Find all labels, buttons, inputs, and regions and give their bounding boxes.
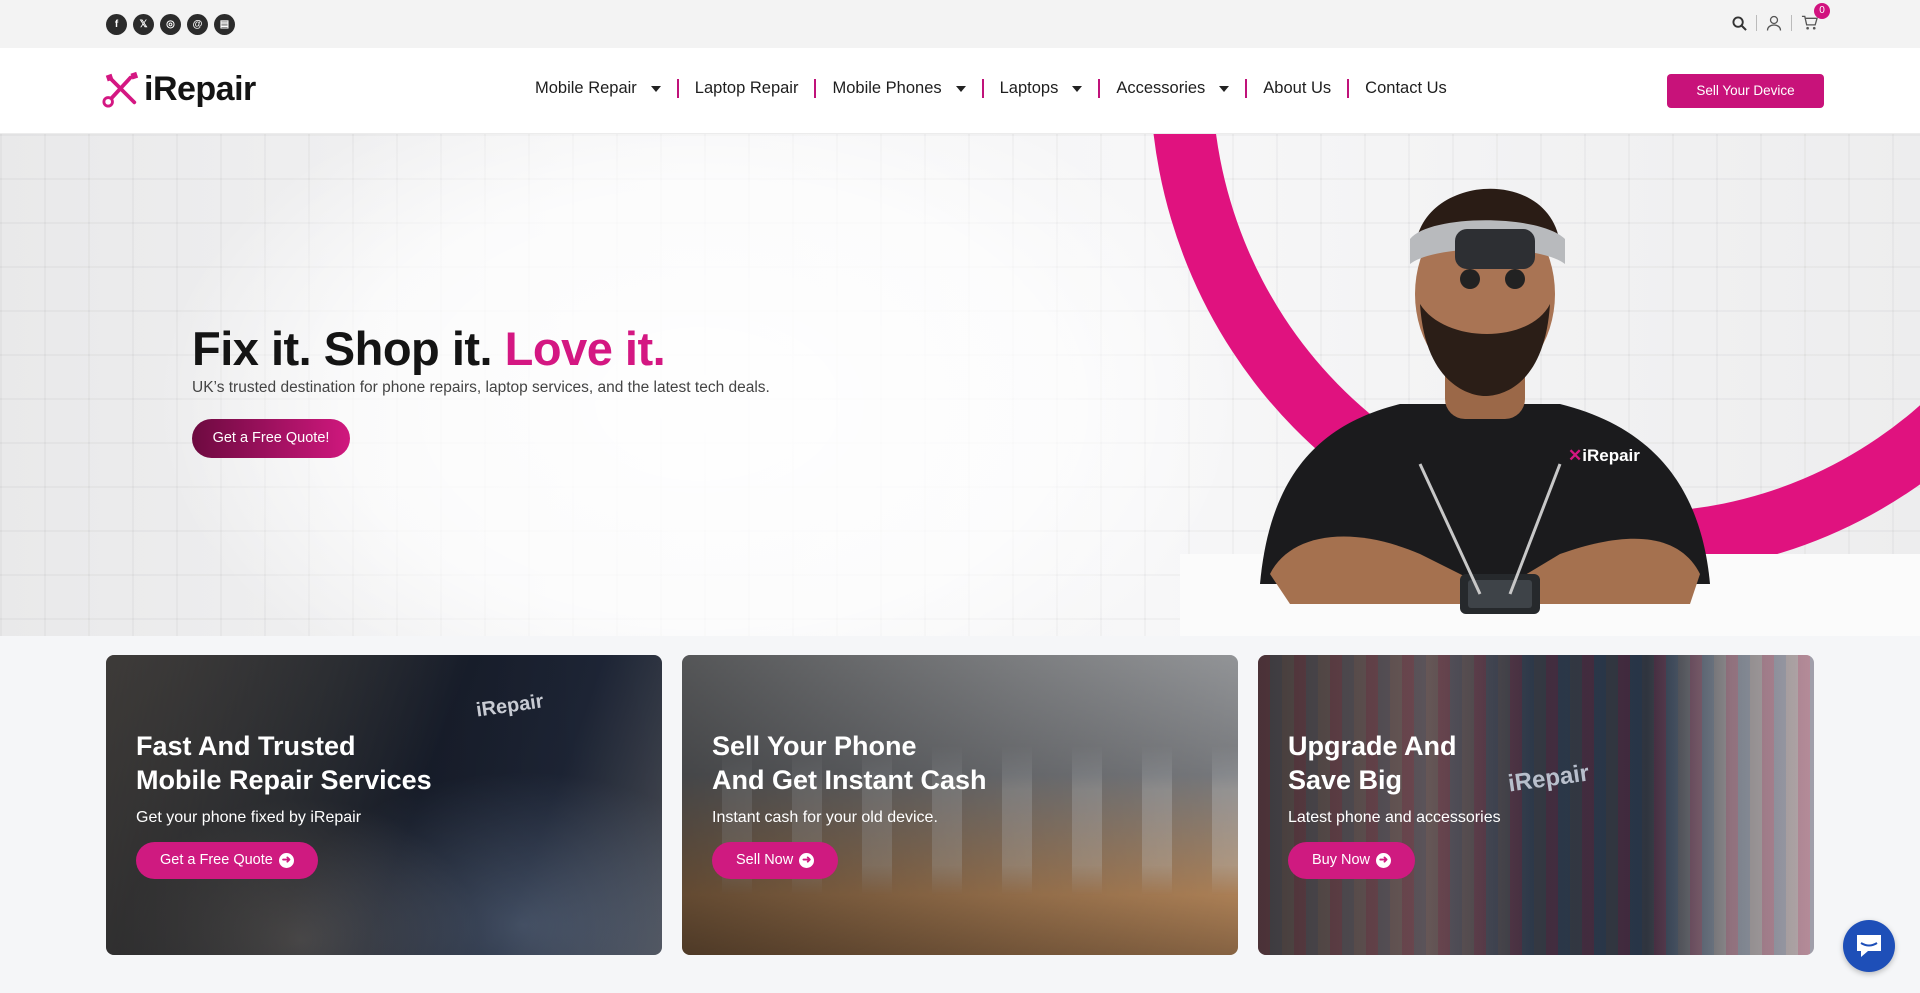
sell-your-device-button[interactable]: Sell Your Device — [1667, 74, 1824, 108]
site-logo[interactable]: iRepair — [102, 69, 256, 109]
nav-mobile-phones[interactable]: Mobile Phones — [816, 79, 981, 98]
nav-label: Laptops — [999, 79, 1059, 97]
chevron-down-icon — [955, 85, 966, 92]
threads-icon[interactable]: @ — [187, 14, 208, 35]
get-free-quote-button[interactable]: Get a Free Quote! — [192, 419, 350, 458]
logo-text: iRepair — [144, 69, 256, 108]
card-quote-button[interactable]: Get a Free Quote ➜ — [136, 842, 318, 879]
nav-accessories[interactable]: Accessories — [1100, 79, 1245, 98]
utility-icons: 0 — [1728, 3, 1830, 34]
cart-icon[interactable]: 0 — [1798, 3, 1830, 34]
social-links: f 𝕏 ◎ @ ▤ — [106, 14, 235, 35]
nav-label: About Us — [1263, 79, 1332, 97]
sell-phone-card[interactable]: Sell Your Phone And Get Instant Cash Inst… — [682, 655, 1238, 955]
nav-laptops[interactable]: Laptops — [984, 79, 1099, 98]
nav-contact-us[interactable]: Contact Us — [1349, 79, 1463, 98]
search-icon[interactable] — [1728, 12, 1750, 34]
button-label: Buy Now — [1312, 852, 1371, 868]
facebook-icon[interactable]: f — [106, 14, 127, 35]
card-title-line1: Fast And Trusted — [136, 731, 356, 761]
card-title-line2: And Get Instant Cash — [712, 765, 987, 795]
blog-icon[interactable]: ▤ — [214, 14, 235, 35]
card-text: Get your phone fixed by iRepair — [136, 809, 362, 826]
card-overlay — [682, 655, 1238, 955]
card-title-line2: Save Big — [1288, 765, 1403, 795]
nav-laptop-repair[interactable]: Laptop Repair — [679, 79, 815, 98]
shirt-logo-text: iRepair — [1582, 446, 1640, 465]
card-title: Fast And Trusted Mobile Repair Services — [136, 729, 432, 797]
main-header: iRepair Mobile Repair Laptop Repair Mobi… — [0, 48, 1920, 134]
nav-about-us[interactable]: About Us — [1247, 79, 1347, 98]
nav-label: Contact Us — [1365, 79, 1447, 97]
card-text: Instant cash for your old device. — [712, 809, 938, 826]
arrow-right-icon: ➜ — [1376, 853, 1392, 868]
headline-pink: Love it. — [504, 322, 666, 375]
button-label: Get a Free Quote — [160, 852, 273, 868]
instagram-icon[interactable]: ◎ — [160, 14, 181, 35]
x-icon[interactable]: 𝕏 — [133, 14, 154, 35]
upgrade-card[interactable]: iRepair Upgrade And Save Big Latest phone… — [1258, 655, 1814, 955]
card-title-line1: Sell Your Phone — [712, 731, 917, 761]
divider — [1756, 15, 1757, 31]
card-buy-now-button[interactable]: Buy Now ➜ — [1288, 842, 1416, 879]
hero-subheadline: UK’s trusted destination for phone repai… — [192, 379, 770, 396]
divider — [1791, 15, 1792, 31]
arrow-right-icon: ➜ — [278, 853, 294, 868]
card-text: Latest phone and accessories — [1288, 809, 1501, 826]
cart-count-badge: 0 — [1814, 3, 1830, 19]
chat-widget-button[interactable] — [1843, 920, 1895, 972]
chevron-down-icon — [1219, 85, 1230, 92]
tools-logo-icon — [102, 71, 139, 108]
nav-label: Mobile Phones — [832, 79, 942, 97]
hero-banner: ✕iRepair Fix it. Shop it. Love it. UK’s … — [0, 134, 1920, 636]
nav-label: Accessories — [1116, 79, 1206, 97]
hero-headline: Fix it. Shop it. Love it. — [192, 321, 666, 376]
chevron-down-icon — [1072, 85, 1083, 92]
nav-mobile-repair[interactable]: Mobile Repair — [535, 79, 677, 98]
card-overlay — [1258, 655, 1814, 955]
card-sell-now-button[interactable]: Sell Now ➜ — [712, 842, 839, 879]
account-icon[interactable] — [1763, 12, 1785, 34]
button-label: Sell Now — [736, 852, 794, 868]
card-title-line1: Upgrade And — [1288, 731, 1457, 761]
chevron-down-icon — [650, 85, 661, 92]
nav-label: Laptop Repair — [694, 79, 799, 97]
repair-technician-image — [1260, 188, 1710, 614]
shirt-logo: ✕iRepair — [1568, 446, 1640, 465]
top-bar: f 𝕏 ◎ @ ▤ 0 — [0, 0, 1920, 48]
card-overlay — [106, 655, 662, 955]
nav-label: Mobile Repair — [535, 79, 637, 97]
card-title: Upgrade And Save Big — [1288, 729, 1457, 797]
card-title: Sell Your Phone And Get Instant Cash — [712, 729, 987, 797]
chat-bubble-icon — [1857, 935, 1881, 957]
main-nav: Mobile Repair Laptop Repair Mobile Phone… — [535, 79, 1463, 98]
headline-dark: Fix it. Shop it. — [192, 322, 493, 375]
card-title-line2: Mobile Repair Services — [136, 765, 432, 795]
arrow-right-icon: ➜ — [799, 853, 815, 868]
repair-services-card[interactable]: iRepair Fast And Trusted Mobile Repair Se… — [106, 655, 662, 955]
